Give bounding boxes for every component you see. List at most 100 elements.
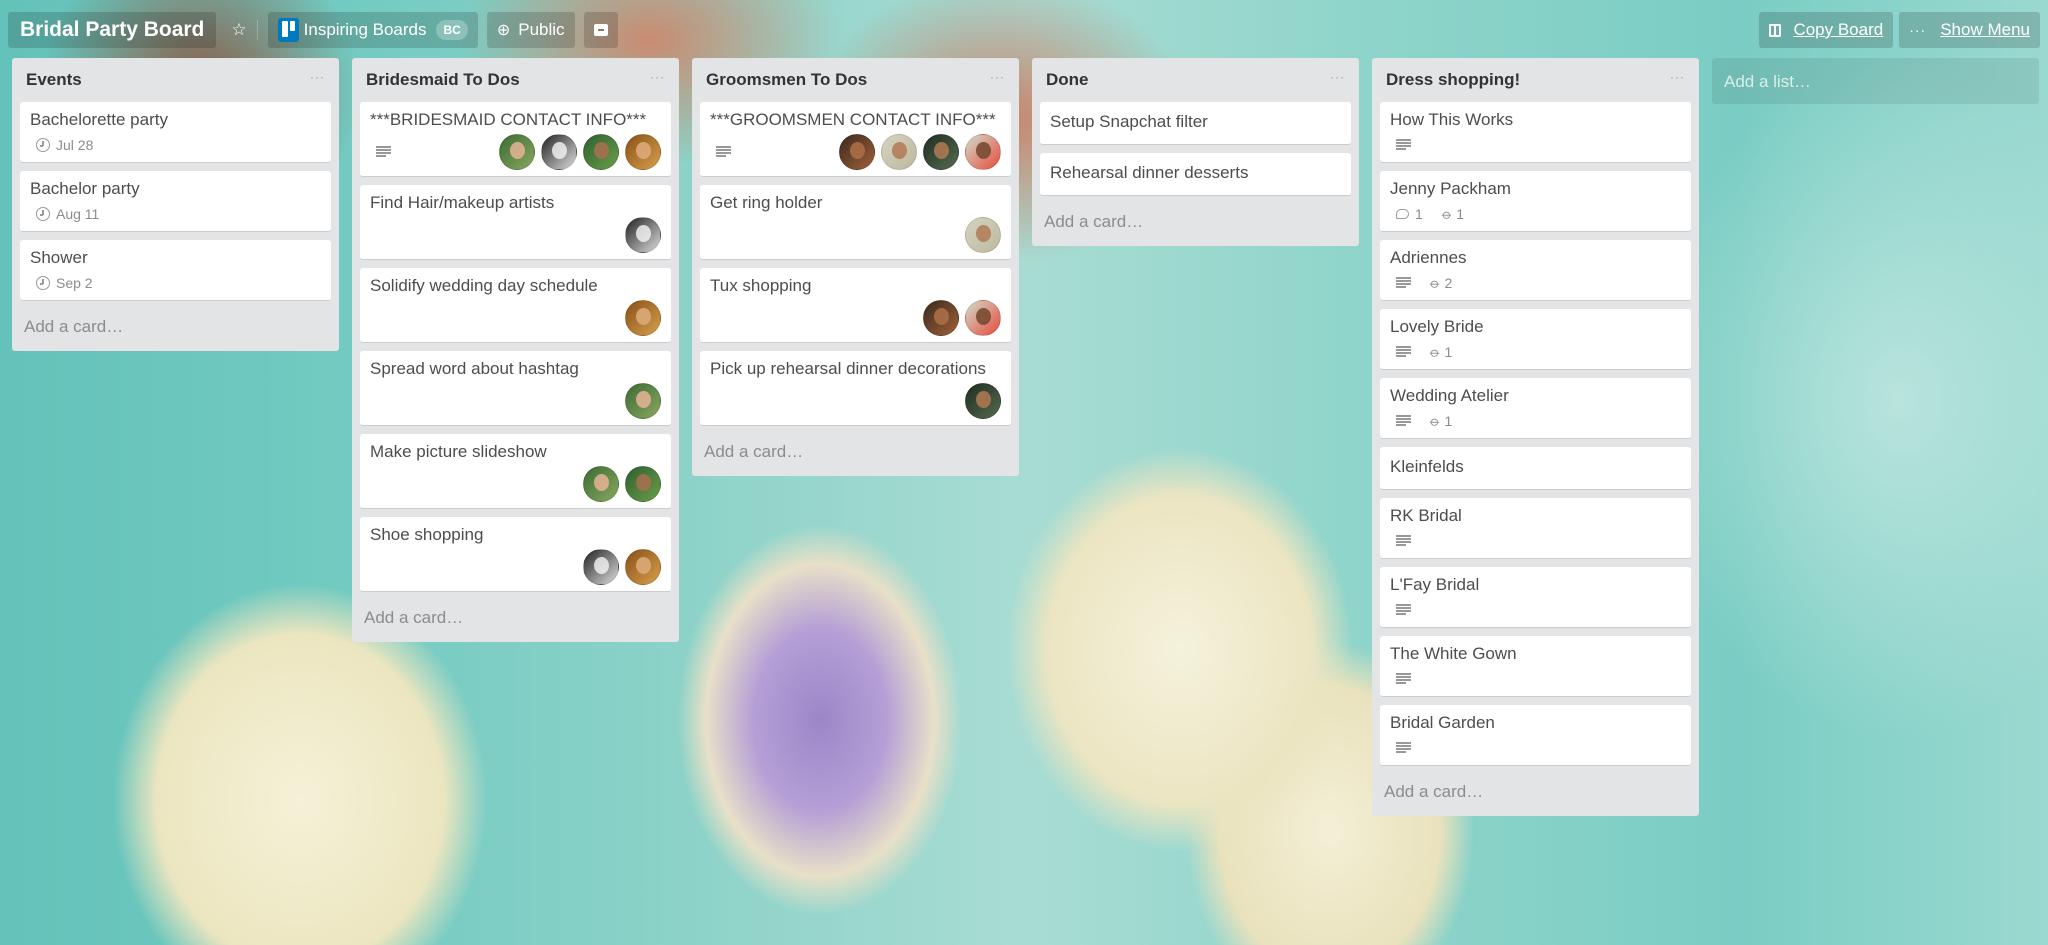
- card[interactable]: Lovely Bride ⌀ 1: [1380, 309, 1691, 370]
- card[interactable]: The White Gown: [1380, 636, 1691, 697]
- card-badges: [370, 549, 661, 585]
- member-avatar[interactable]: [965, 217, 1001, 253]
- card[interactable]: Spread word about hashtag: [360, 351, 671, 426]
- star-button[interactable]: ☆: [225, 12, 252, 48]
- due-date-badge: Jul 28: [30, 137, 93, 153]
- member-avatar[interactable]: [839, 134, 875, 170]
- member-avatar[interactable]: [965, 383, 1001, 419]
- list-bridesmaid-to-dos: Bridesmaid To Dos ··· ***BRIDESMAID CONT…: [352, 58, 679, 642]
- comments-badge: 1: [1390, 206, 1423, 222]
- card[interactable]: Tux shopping: [700, 268, 1011, 343]
- card[interactable]: Make picture slideshow: [360, 434, 671, 509]
- card-title: How This Works: [1390, 110, 1514, 129]
- globe-icon: ⊕: [496, 22, 511, 39]
- card-members: [577, 466, 661, 502]
- member-avatar[interactable]: [923, 134, 959, 170]
- card[interactable]: Setup Snapchat filter: [1040, 102, 1351, 145]
- paperclip-icon: ⌀: [1426, 274, 1445, 292]
- member-avatar[interactable]: [499, 134, 535, 170]
- add-list-button[interactable]: Add a list…: [1712, 58, 2039, 104]
- card[interactable]: RK Bridal: [1380, 498, 1691, 559]
- card[interactable]: ***BRIDESMAID CONTACT INFO***: [360, 102, 671, 177]
- list-menu-icon[interactable]: ···: [310, 70, 325, 84]
- member-avatar[interactable]: [625, 549, 661, 585]
- add-card-button[interactable]: Add a card…: [1040, 204, 1351, 246]
- card[interactable]: L'Fay Bridal: [1380, 567, 1691, 628]
- list-menu-icon[interactable]: ···: [990, 70, 1005, 84]
- list-menu-icon[interactable]: ···: [1330, 70, 1345, 84]
- card-members: [917, 300, 1001, 336]
- card-badges: [370, 300, 661, 336]
- card[interactable]: Bridal Garden: [1380, 705, 1691, 766]
- card-members: [959, 217, 1001, 253]
- member-avatar[interactable]: [881, 134, 917, 170]
- card[interactable]: Get ring holder: [700, 185, 1011, 260]
- card[interactable]: ***GROOMSMEN CONTACT INFO***: [700, 102, 1011, 177]
- add-card-button[interactable]: Add a card…: [700, 434, 1011, 476]
- member-avatar[interactable]: [625, 466, 661, 502]
- card-title: Bachelor party: [30, 179, 140, 198]
- list-menu-icon[interactable]: ···: [650, 70, 665, 84]
- copy-board-button[interactable]: Copy Board: [1759, 12, 1894, 48]
- member-avatar[interactable]: [625, 300, 661, 336]
- card[interactable]: Wedding Atelier ⌀ 1: [1380, 378, 1691, 439]
- card-badges: Sep 2: [30, 272, 321, 294]
- list-title[interactable]: Done: [1046, 70, 1089, 90]
- list-title[interactable]: Groomsmen To Dos: [706, 70, 867, 90]
- board-lists: Events ··· Bachelorette party Jul 28 Bach…: [12, 58, 2039, 816]
- card-title: The White Gown: [1390, 644, 1517, 663]
- card[interactable]: Adriennes ⌀ 2: [1380, 240, 1691, 301]
- member-avatar[interactable]: [625, 217, 661, 253]
- member-avatar[interactable]: [583, 549, 619, 585]
- team-button[interactable]: Inspiring Boards BC: [267, 12, 478, 48]
- due-date-badge: Aug 11: [30, 206, 99, 222]
- card[interactable]: How This Works: [1380, 102, 1691, 163]
- list-title[interactable]: Dress shopping!: [1386, 70, 1520, 90]
- add-card-button[interactable]: Add a card…: [360, 600, 671, 642]
- card-title: Solidify wedding day schedule: [370, 276, 598, 295]
- card-badges: [370, 466, 661, 502]
- list-title[interactable]: Bridesmaid To Dos: [366, 70, 520, 90]
- card[interactable]: Kleinfelds: [1380, 447, 1691, 490]
- card[interactable]: Jenny Packham 1 ⌀ 1: [1380, 171, 1691, 232]
- card-badges: ⌀ 1: [1390, 410, 1681, 432]
- card[interactable]: Find Hair/makeup artists: [360, 185, 671, 260]
- card-title: Setup Snapchat filter: [1050, 112, 1208, 131]
- card[interactable]: Shoe shopping: [360, 517, 671, 592]
- card[interactable]: Solidify wedding day schedule: [360, 268, 671, 343]
- card-members: [493, 134, 661, 170]
- card-badges: [370, 383, 661, 419]
- list-groomsmen-to-dos: Groomsmen To Dos ··· ***GROOMSMEN CONTAC…: [692, 58, 1019, 476]
- card-title: L'Fay Bridal: [1390, 575, 1480, 594]
- member-avatar[interactable]: [923, 300, 959, 336]
- card[interactable]: Bachelor party Aug 11: [20, 171, 331, 232]
- member-avatar[interactable]: [965, 134, 1001, 170]
- add-card-button[interactable]: Add a card…: [20, 309, 331, 351]
- list-menu-icon[interactable]: ···: [1670, 70, 1685, 84]
- card-members: [833, 134, 1001, 170]
- card-members: [619, 300, 661, 336]
- member-avatar[interactable]: [625, 383, 661, 419]
- card-badges: ⌀ 1: [1390, 341, 1681, 363]
- member-avatar[interactable]: [583, 134, 619, 170]
- card-title: Wedding Atelier: [1390, 386, 1509, 405]
- member-avatar[interactable]: [541, 134, 577, 170]
- member-avatar[interactable]: [583, 466, 619, 502]
- card[interactable]: Rehearsal dinner desserts: [1040, 153, 1351, 196]
- list-title[interactable]: Events: [26, 70, 82, 90]
- archive-button[interactable]: [583, 12, 618, 48]
- add-card-button[interactable]: Add a card…: [1380, 774, 1691, 816]
- card[interactable]: Shower Sep 2: [20, 240, 331, 301]
- member-avatar[interactable]: [965, 300, 1001, 336]
- attachments-badge: ⌀ 1: [1425, 412, 1452, 430]
- card[interactable]: Bachelorette party Jul 28: [20, 102, 331, 163]
- show-menu-button[interactable]: ··· Show Menu: [1899, 12, 2040, 48]
- board-title[interactable]: Bridal Party Board: [8, 12, 217, 48]
- board-header: Bridal Party Board ☆ Inspiring Boards BC…: [8, 12, 2040, 48]
- visibility-button[interactable]: ⊕ Public: [486, 12, 575, 48]
- attachment-count: 2: [1444, 275, 1453, 291]
- member-avatar[interactable]: [625, 134, 661, 170]
- card-title: Make picture slideshow: [370, 442, 547, 461]
- comment-count: 1: [1415, 206, 1423, 222]
- card[interactable]: Pick up rehearsal dinner decorations: [700, 351, 1011, 426]
